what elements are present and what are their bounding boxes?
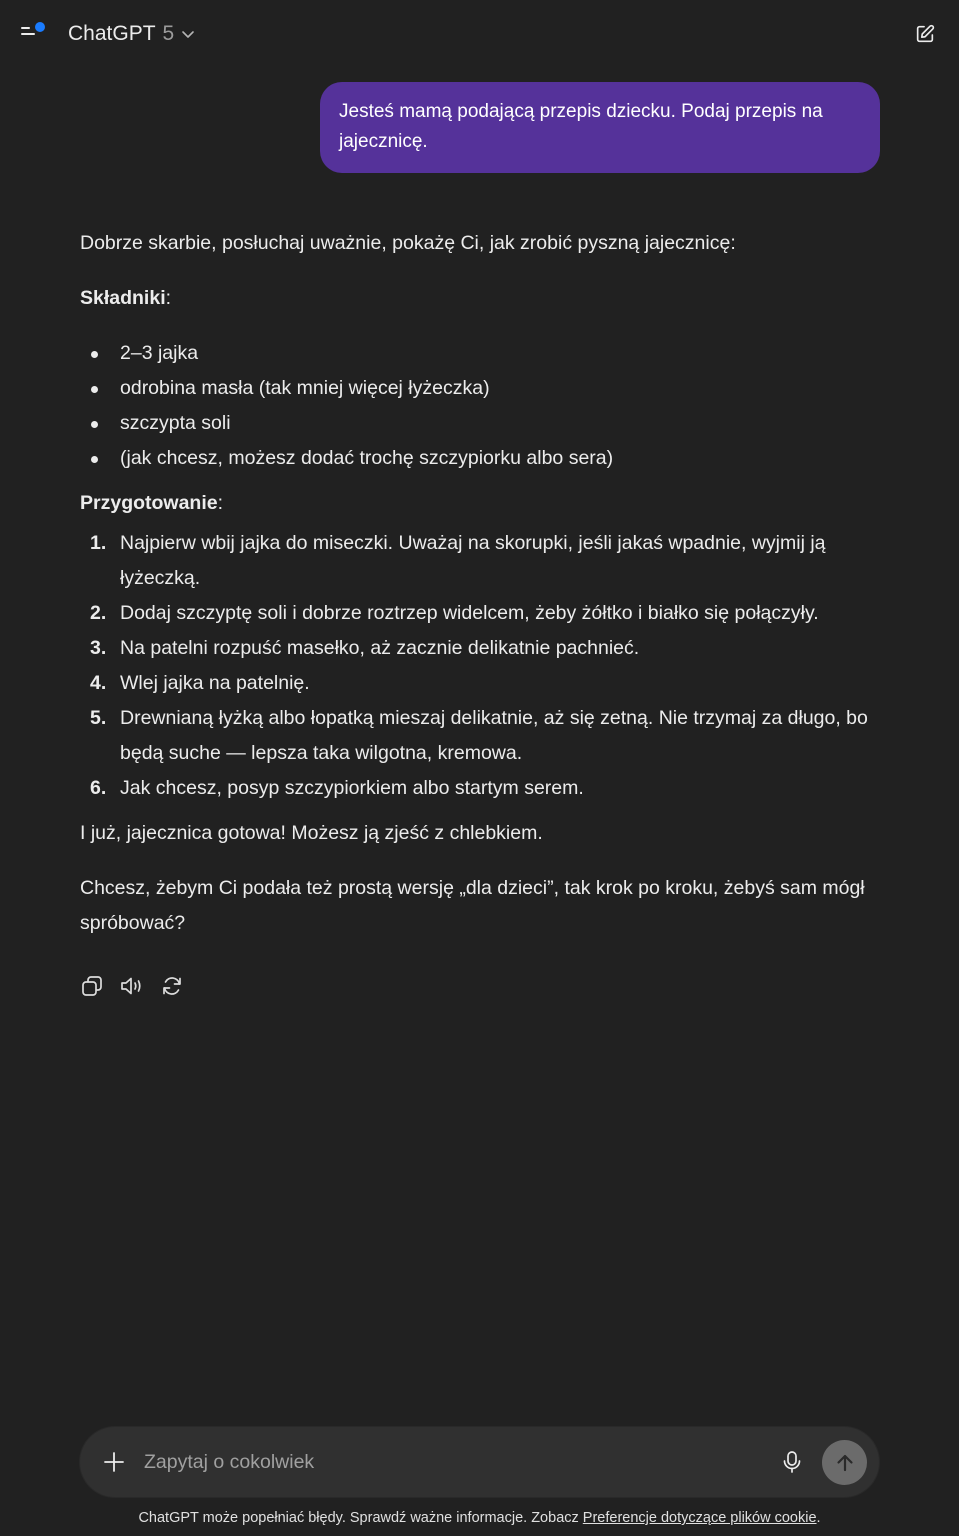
prompt-input[interactable]: [144, 1442, 764, 1482]
preparation-title: Przygotowanie: [80, 492, 218, 514]
copy-icon[interactable]: [74, 968, 110, 1004]
step-number: 2.: [90, 602, 107, 624]
user-message-row: Jesteś mamą podającą przepis dziecku. Po…: [320, 82, 880, 173]
step-item: 3. Na patelni rozpuść masełko, aż zacznie…: [80, 631, 890, 666]
chat-app: ChatGPT 5 Jesteś mamą podającą przepis d…: [0, 0, 959, 1536]
edit-icon[interactable]: [907, 16, 943, 52]
model-version: 5: [162, 22, 175, 45]
plus-icon[interactable]: [96, 1444, 132, 1480]
ingredients-list: 2–3 jajka odrobina masła (tak mniej więc…: [80, 336, 890, 476]
top-bar: ChatGPT 5: [0, 0, 959, 68]
message-actions: [74, 968, 190, 1004]
list-item: odrobina masła (tak mniej więcej łyżeczk…: [80, 371, 890, 406]
list-item: (jak chcesz, możesz dodać trochę szczypi…: [80, 441, 890, 476]
step-text: Najpierw wbij jajka do miseczki. Uważaj …: [120, 532, 826, 589]
model-name: ChatGPT: [68, 22, 156, 45]
model-switcher[interactable]: ChatGPT 5: [60, 14, 204, 54]
step-number: 3.: [90, 637, 107, 659]
read-aloud-icon[interactable]: [114, 968, 150, 1004]
step-text: Na patelni rozpuść masełko, aż zacznie d…: [120, 637, 640, 659]
footer-disclaimer: ChatGPT może popełniać błędy. Sprawdź wa…: [0, 1507, 959, 1529]
step-item: 5. Drewnianą łyżką albo łopatką mieszaj d…: [80, 701, 890, 771]
step-item: 4. Wlej jajka na patelnię.: [80, 666, 890, 701]
microphone-icon[interactable]: [774, 1444, 810, 1480]
step-number: 1.: [90, 532, 107, 554]
step-item: 1. Najpierw wbij jajka do miseczki. Uważa…: [80, 526, 890, 596]
arrow-up-icon: [834, 1452, 856, 1474]
step-text: Drewnianą łyżką albo łopatką mieszaj del…: [120, 707, 868, 764]
regenerate-icon[interactable]: [154, 968, 190, 1004]
step-item: 2. Dodaj szczyptę soli i dobrze roztrzep …: [80, 596, 890, 631]
step-item: 6. Jak chcesz, posyp szczypiorkiem albo s…: [80, 771, 890, 806]
cookie-preferences-link[interactable]: Preferencje dotyczące plików cookie: [583, 1510, 817, 1526]
ingredients-title: Składniki: [80, 287, 166, 309]
step-number: 4.: [90, 672, 107, 694]
disclaimer-end: .: [816, 1510, 821, 1526]
assistant-intro: Dobrze skarbie, posłuchaj uważnie, pokaż…: [80, 232, 736, 254]
assistant-outro: I już, jajecznica gotowa! Możesz ją zjeś…: [80, 822, 543, 844]
list-item: szczypta soli: [80, 406, 890, 441]
step-number: 5.: [90, 707, 107, 729]
user-message: Jesteś mamą podającą przepis dziecku. Po…: [320, 82, 880, 173]
sidebar-toggle-icon[interactable]: [16, 18, 48, 50]
chevron-down-icon: [180, 26, 196, 42]
step-text: Wlej jajka na patelnię.: [120, 672, 310, 694]
assistant-followup-question: Chcesz, żebym Ci podała też prostą wersj…: [80, 877, 865, 934]
step-text: Dodaj szczyptę soli i dobrze roztrzep wi…: [120, 602, 819, 624]
step-text: Jak chcesz, posyp szczypiorkiem albo sta…: [120, 777, 584, 799]
step-number: 6.: [90, 777, 107, 799]
assistant-message: Dobrze skarbie, posłuchaj uważnie, pokaż…: [80, 226, 890, 941]
preparation-heading: Przygotowanie:: [80, 492, 224, 514]
steps-list: 1. Najpierw wbij jajka do miseczki. Uważa…: [80, 526, 890, 806]
ingredients-heading: Składniki:: [80, 287, 172, 309]
send-button[interactable]: [822, 1440, 867, 1485]
disclaimer-text: ChatGPT może popełniać błędy. Sprawdź wa…: [138, 1510, 583, 1526]
list-item: 2–3 jajka: [80, 336, 890, 371]
message-composer: [80, 1427, 879, 1497]
